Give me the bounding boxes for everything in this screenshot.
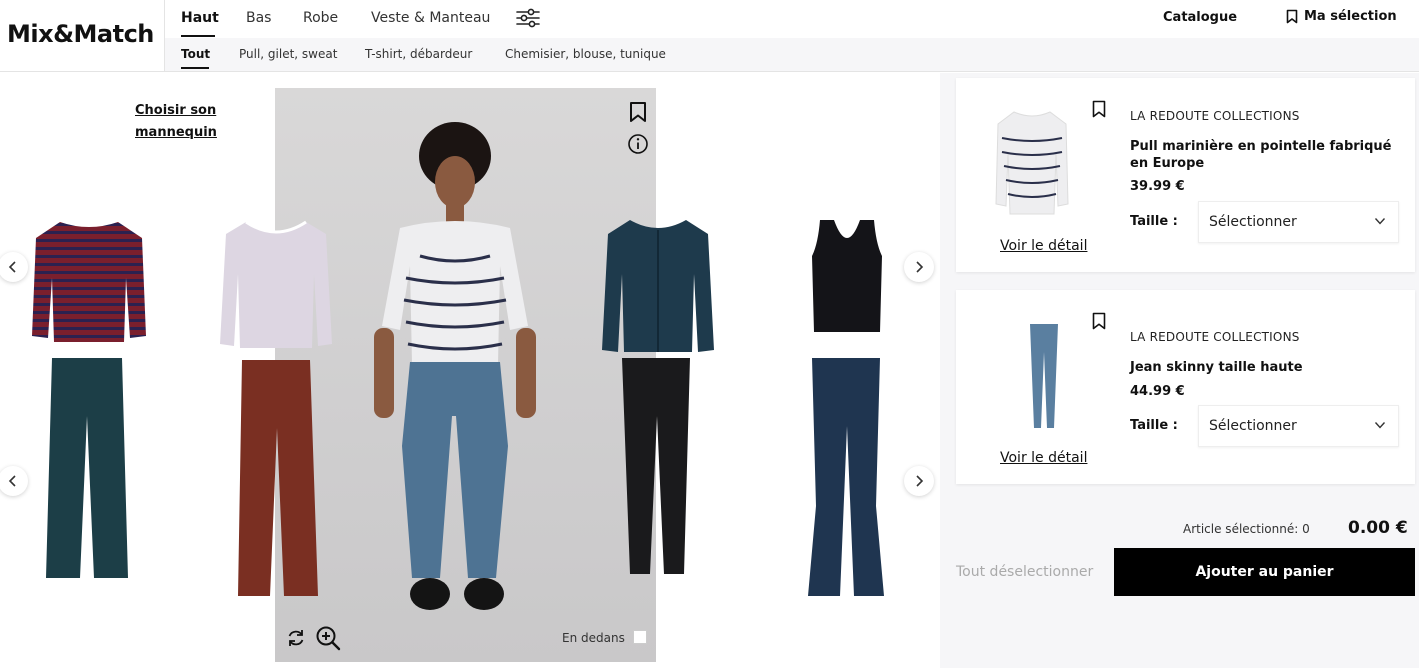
- active-tab-indicator: [181, 35, 215, 37]
- chevron-down-icon: [1374, 218, 1386, 225]
- bookmark-icon[interactable]: [629, 101, 647, 123]
- bookmark-icon: [1286, 9, 1298, 24]
- product-thumbnail[interactable]: [1028, 322, 1060, 430]
- product-brand: LA REDOUTE COLLECTIONS: [1130, 109, 1300, 123]
- bottom-rust-trousers[interactable]: [236, 358, 320, 598]
- size-select[interactable]: Sélectionner: [1198, 405, 1399, 447]
- logo-area: Mix&Match: [0, 0, 165, 72]
- bookmark-icon[interactable]: [1092, 312, 1106, 330]
- size-label: Taille :: [1130, 214, 1178, 229]
- add-to-cart-button[interactable]: Ajouter au panier: [1114, 548, 1415, 596]
- top-black-tank[interactable]: [810, 216, 884, 334]
- subcategory-bar: Tout Pull, gilet, sweat T-shirt, débarde…: [165, 38, 1419, 72]
- chevron-right-icon: [916, 475, 924, 487]
- chevron-right-icon: [916, 261, 924, 273]
- product-name: Jean skinny taille haute: [1130, 360, 1303, 375]
- selection-card: Voir le détail LA REDOUTE COLLECTIONS Pu…: [956, 78, 1415, 272]
- product-brand: LA REDOUTE COLLECTIONS: [1130, 330, 1300, 344]
- top-navy-cardigan[interactable]: [600, 216, 716, 354]
- category-bar: Haut Bas Robe Veste & Manteau Catalogue …: [165, 0, 1419, 38]
- size-select[interactable]: Sélectionner: [1198, 201, 1399, 243]
- tops-next-button[interactable]: [904, 252, 934, 282]
- subtab-tshirt-debardeur[interactable]: T-shirt, débardeur: [365, 47, 472, 61]
- size-label: Taille :: [1130, 418, 1178, 433]
- bottom-black-skinny-jeans[interactable]: [618, 356, 694, 576]
- bottoms-next-button[interactable]: [904, 466, 934, 496]
- tuck-in-label: En dedans: [562, 631, 625, 645]
- view-detail-link[interactable]: Voir le détail: [1000, 450, 1087, 466]
- total-price: 0.00 €: [1348, 518, 1408, 538]
- my-selection-label: Ma sélection: [1304, 9, 1397, 24]
- chevron-left-icon: [8, 475, 16, 487]
- rotate-icon[interactable]: [285, 627, 307, 649]
- tab-veste-manteau[interactable]: Veste & Manteau: [371, 10, 490, 26]
- active-subtab-indicator: [181, 67, 209, 69]
- zoom-in-icon[interactable]: [315, 625, 341, 651]
- product-price: 39.99 €: [1130, 179, 1185, 194]
- view-detail-link[interactable]: Voir le détail: [1000, 238, 1087, 254]
- chevron-left-icon: [8, 261, 16, 273]
- info-icon[interactable]: [627, 133, 649, 155]
- chevron-down-icon: [1374, 422, 1386, 429]
- bottom-teal-trousers[interactable]: [44, 356, 130, 580]
- product-thumbnail[interactable]: [994, 108, 1070, 218]
- brand-logo[interactable]: Mix&Match: [7, 20, 154, 48]
- selection-card: Voir le détail LA REDOUTE COLLECTIONS Je…: [956, 290, 1415, 484]
- top-floral-blouse[interactable]: [218, 218, 334, 352]
- product-name: Pull marinière en pointelle fabriqué en …: [1130, 139, 1392, 171]
- bookmark-icon[interactable]: [1092, 100, 1106, 118]
- catalogue-link[interactable]: Catalogue: [1163, 10, 1237, 25]
- choose-model-link[interactable]: Choisir son mannequin: [135, 100, 245, 144]
- tab-bas[interactable]: Bas: [246, 10, 271, 26]
- subtab-pull-gilet-sweat[interactable]: Pull, gilet, sweat: [239, 47, 337, 61]
- size-select-value: Sélectionner: [1209, 418, 1297, 434]
- product-price: 44.99 €: [1130, 384, 1185, 399]
- deselect-all-button[interactable]: Tout déselectionner: [956, 564, 1093, 580]
- selected-count: Article sélectionné: 0: [1183, 522, 1310, 536]
- bottoms-prev-button[interactable]: [0, 466, 28, 496]
- bottom-flare-jeans[interactable]: [806, 356, 886, 598]
- sliders-icon[interactable]: [515, 7, 541, 29]
- subtab-tout[interactable]: Tout: [181, 47, 210, 61]
- my-selection-link[interactable]: Ma sélection: [1286, 9, 1397, 24]
- top-striped-sweater[interactable]: [30, 218, 148, 344]
- tab-haut[interactable]: Haut: [181, 10, 219, 26]
- tab-robe[interactable]: Robe: [303, 10, 338, 26]
- size-select-value: Sélectionner: [1209, 214, 1297, 230]
- model-figure: [374, 122, 536, 610]
- subtab-chemisier-blouse-tunique[interactable]: Chemisier, blouse, tunique: [505, 47, 666, 61]
- tuck-in-checkbox[interactable]: [633, 630, 647, 644]
- tops-prev-button[interactable]: [0, 252, 28, 282]
